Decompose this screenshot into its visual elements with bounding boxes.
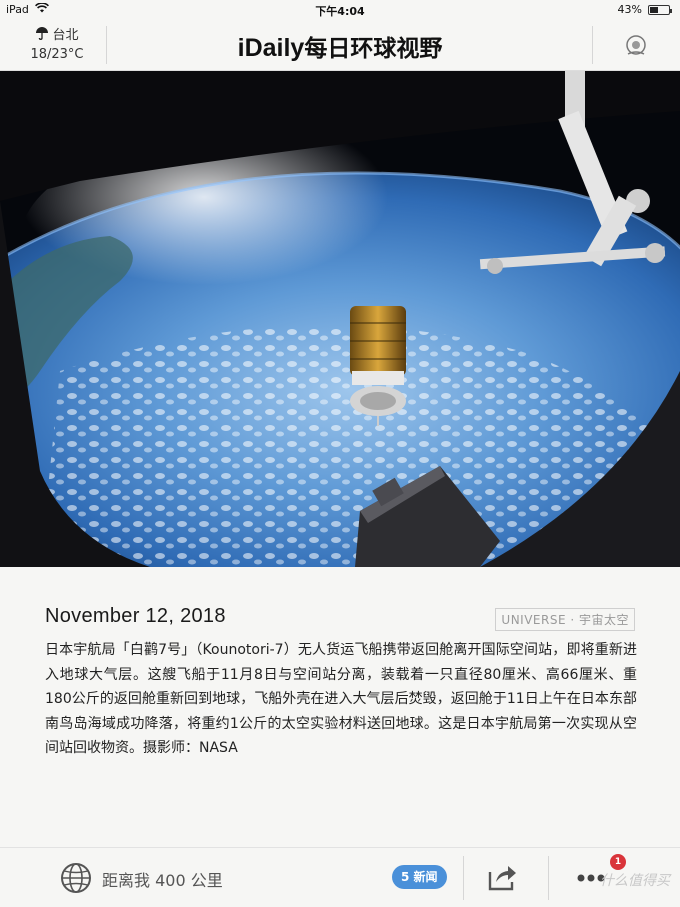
article-body: 日本宇航局「白鹳7号」（Kounotori-7）无人货运飞船携带返回舱离开国际空… (45, 642, 637, 756)
logo-cn: 每日环球视野 (304, 35, 443, 62)
toolbar-divider-1 (463, 856, 464, 900)
category-tag[interactable]: UNIVERSE · 宇宙太空 (495, 608, 635, 631)
distance-label[interactable]: 距离我 400 公里 (102, 867, 223, 891)
space-photo-illustration (0, 71, 680, 567)
article-date: November 12, 2018 (45, 605, 226, 627)
logo-latin: iDaily (237, 34, 305, 62)
app-header: 台北 18/23°C iDaily每日环球视野 (0, 20, 680, 71)
spacecraft (350, 306, 406, 426)
app-logo: iDaily每日环球视野 (0, 29, 680, 63)
battery-icon (648, 4, 672, 15)
notification-badge: 1 (610, 854, 626, 870)
toolbar-divider-2 (548, 856, 549, 900)
status-time: 下午4:04 (315, 5, 365, 18)
news-count-button[interactable]: 5 新闻 (392, 865, 447, 889)
article: November 12, 2018 UNIVERSE · 宇宙太空 日本宇航局「… (0, 567, 680, 847)
globe-icon[interactable] (60, 862, 92, 894)
status-bar: iPad 下午4:04 43% (0, 0, 680, 20)
header-divider-right (592, 26, 593, 64)
hero-photo[interactable] (0, 71, 680, 567)
battery-percent: 43% (617, 3, 642, 16)
bottom-toolbar: 距离我 400 公里 5 新闻 1 什么值得买 (0, 847, 680, 907)
watermark: 什么值得买 (600, 873, 670, 889)
eye-icon[interactable] (624, 34, 648, 58)
share-icon[interactable] (486, 862, 518, 892)
